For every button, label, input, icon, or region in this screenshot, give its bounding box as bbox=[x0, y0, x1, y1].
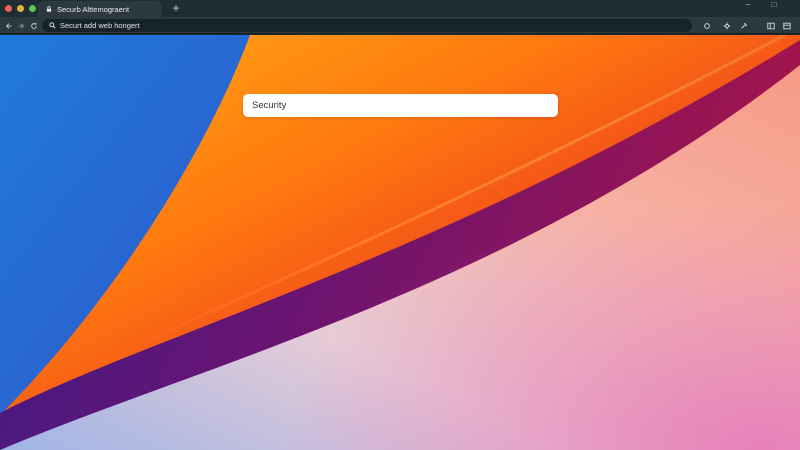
minimize-button[interactable]: – bbox=[741, 0, 755, 10]
page-content bbox=[0, 35, 800, 450]
sidebar-button[interactable] bbox=[764, 19, 777, 32]
maximize-window-button[interactable] bbox=[29, 5, 36, 12]
tab-active[interactable]: Securb Alttemograent bbox=[38, 1, 162, 17]
extensions-button[interactable] bbox=[700, 19, 713, 32]
reload-button[interactable] bbox=[27, 19, 40, 32]
reload-icon bbox=[30, 21, 37, 29]
forward-button[interactable] bbox=[14, 19, 27, 32]
window-icon bbox=[782, 22, 791, 29]
gear-icon bbox=[723, 22, 730, 29]
tools-button[interactable] bbox=[737, 19, 750, 32]
close-window-button[interactable] bbox=[5, 5, 12, 12]
lock-icon bbox=[46, 6, 52, 12]
minimize-window-button[interactable] bbox=[17, 5, 24, 12]
address-text: Securt add web hongert bbox=[60, 21, 140, 30]
new-tab-button[interactable]: + bbox=[169, 1, 183, 16]
settings-button[interactable] bbox=[720, 19, 733, 32]
wrench-icon bbox=[740, 22, 747, 29]
sidebar-icon bbox=[766, 22, 775, 29]
window-traffic-lights bbox=[5, 5, 36, 12]
address-bar[interactable]: Securt add web hongert bbox=[42, 19, 692, 32]
profile-button[interactable] bbox=[780, 19, 793, 32]
puzzle-icon bbox=[703, 22, 710, 29]
search-icon bbox=[49, 22, 56, 29]
tab-title: Securb Alttemograent bbox=[57, 4, 130, 14]
maximize-button[interactable]: □ bbox=[767, 0, 781, 10]
arrow-left-icon bbox=[5, 22, 11, 29]
arrow-right-icon bbox=[18, 22, 24, 29]
search-input[interactable] bbox=[243, 94, 558, 117]
browser-toolbar: Securt add web hongert bbox=[0, 17, 800, 34]
